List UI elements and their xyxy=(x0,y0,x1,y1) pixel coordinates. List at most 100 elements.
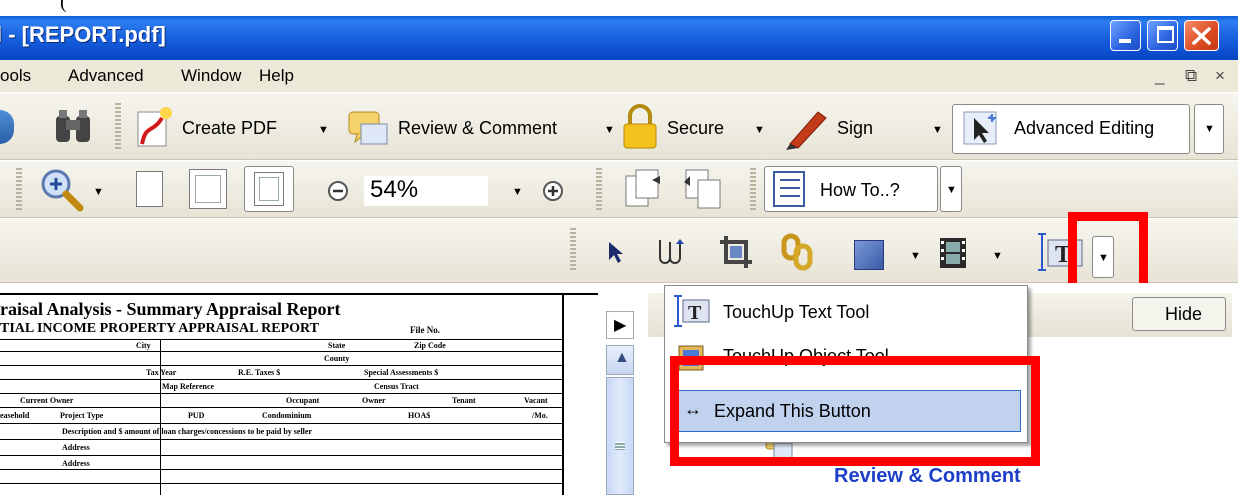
restore-button[interactable] xyxy=(1147,20,1178,51)
doc-field: State xyxy=(328,341,346,350)
minimize-button[interactable] xyxy=(1110,20,1141,51)
toolbar-grip-3[interactable] xyxy=(596,168,602,210)
select-tool-icon[interactable] xyxy=(606,240,626,266)
shape-tool-dropdown[interactable]: ▼ xyxy=(910,250,921,262)
doc-field: Condominium xyxy=(262,411,312,420)
doc-field: Map Reference xyxy=(162,382,215,391)
document-page[interactable]: raisal Analysis - Summary Appraisal Repo… xyxy=(0,283,598,495)
link-tool-icon[interactable] xyxy=(780,232,816,272)
caption-text: ( xyxy=(60,0,67,13)
zoom-dropdown[interactable]: ▼ xyxy=(93,186,104,198)
review-comment-button[interactable]: Review & Comment xyxy=(398,118,557,139)
doc-field: Project Type xyxy=(60,411,104,420)
zoom-in-icon[interactable] xyxy=(38,166,86,212)
scroll-thumb[interactable] xyxy=(606,377,634,495)
doc-field: R.E. Taxes $ xyxy=(238,368,281,377)
secure-button[interactable]: Secure xyxy=(667,118,724,139)
doc-field: Address xyxy=(62,459,90,468)
actual-size-icon[interactable] xyxy=(136,171,163,207)
doc-field: Vacant xyxy=(524,396,548,405)
doc-field: Census Tract xyxy=(374,382,419,391)
close-icon xyxy=(1192,27,1211,45)
toolbar-grip[interactable] xyxy=(115,103,121,149)
svg-text:T: T xyxy=(688,302,702,324)
doc-field: Occupant xyxy=(286,396,320,405)
zoom-value: 54% xyxy=(370,176,419,203)
review-comment-dropdown[interactable]: ▼ xyxy=(604,124,615,136)
doc-field: easehold xyxy=(0,411,30,420)
zoom-value-dropdown[interactable]: ▼ xyxy=(512,186,523,198)
highlight-box-expand xyxy=(670,356,1040,466)
doc-field: HOA$ xyxy=(408,411,431,420)
doc-field: Tax Year xyxy=(146,368,177,377)
doc-restore-button[interactable]: ⧉ xyxy=(1185,66,1197,86)
close-button[interactable] xyxy=(1184,20,1219,51)
menu-advanced[interactable]: Advanced xyxy=(68,66,144,86)
doc-field: Tenant xyxy=(452,396,476,405)
shape-tool-icon[interactable] xyxy=(854,240,884,270)
zoom-plus-icon[interactable] xyxy=(542,180,564,202)
advanced-editing-label: Advanced Editing xyxy=(1014,118,1155,138)
review-comment-link[interactable]: Review & Comment xyxy=(834,465,1021,488)
title-bar xyxy=(0,16,1238,60)
vertical-scrollbar[interactable]: ▶ ▲ xyxy=(598,283,640,495)
toolbar-grip-2[interactable] xyxy=(16,168,22,210)
fit-width-icon xyxy=(254,172,284,206)
doc-field: /Mo. xyxy=(532,411,548,420)
how-to-dropdown[interactable]: ▼ xyxy=(940,166,962,212)
advanced-editing-dropdown[interactable]: ▼ xyxy=(1194,104,1224,154)
doc-field: Zip Code xyxy=(414,341,446,350)
menu-item-touchup-text[interactable]: T TouchUp Text Tool xyxy=(665,286,1027,338)
touchup-text-icon: T xyxy=(674,295,710,327)
toolbar-row-2 xyxy=(0,160,1238,218)
create-pdf-button[interactable]: Create PDF xyxy=(182,118,277,139)
sign-button[interactable]: Sign xyxy=(837,118,873,139)
doc-field: Address xyxy=(62,443,90,452)
toolbar-grip-5[interactable] xyxy=(570,228,576,272)
pen-icon xyxy=(786,111,827,150)
fit-page-icon[interactable] xyxy=(189,169,227,209)
doc-field: Description and $ amount of loan charges… xyxy=(62,427,313,436)
zoom-field[interactable]: 54% xyxy=(364,176,488,206)
doc-heading: raisal Analysis - Summary Appraisal Repo… xyxy=(0,299,341,319)
review-comment-icon xyxy=(348,111,388,145)
doc-close-button[interactable]: × xyxy=(1215,66,1225,86)
scroll-up-button[interactable]: ▲ xyxy=(606,345,634,375)
crop-tool-icon[interactable] xyxy=(718,234,754,270)
doc-field: Current Owner xyxy=(20,396,74,405)
doc-minimize-button[interactable]: _ xyxy=(1155,66,1164,86)
menu-window[interactable]: Window xyxy=(181,66,241,86)
hide-button[interactable]: Hide xyxy=(1132,297,1226,331)
secure-dropdown[interactable]: ▼ xyxy=(754,124,765,136)
create-pdf-dropdown[interactable]: ▼ xyxy=(318,124,329,136)
movie-tool-icon[interactable] xyxy=(938,236,968,270)
movie-tool-dropdown[interactable]: ▼ xyxy=(992,250,1003,262)
fit-width-button[interactable] xyxy=(244,166,294,212)
binoculars-icon[interactable] xyxy=(52,108,96,148)
how-to-icon xyxy=(773,171,805,207)
menu-help[interactable]: Help xyxy=(259,66,294,86)
rotate-back-icon[interactable] xyxy=(682,166,726,212)
sign-dropdown[interactable]: ▼ xyxy=(932,124,943,136)
doc-field: Special Assessments $ xyxy=(364,368,439,377)
doc-field: City xyxy=(136,341,151,350)
how-to-label: How To..? xyxy=(820,180,900,200)
zoom-out-icon[interactable] xyxy=(327,180,349,202)
touchup-reading-order-icon[interactable] xyxy=(656,236,686,268)
doc-file-no: File No. xyxy=(410,325,440,335)
doc-subheading: TIAL INCOME PROPERTY APPRAISAL REPORT xyxy=(0,321,319,336)
create-pdf-icon xyxy=(137,107,172,147)
advanced-editing-icon xyxy=(963,111,997,145)
restore-icon xyxy=(1157,26,1174,43)
panel-collapse-button[interactable]: ▶ xyxy=(606,311,634,339)
toolbar-grip-4[interactable] xyxy=(750,168,756,210)
doc-field: PUD xyxy=(188,411,205,420)
top-caption: ( xyxy=(0,0,1238,16)
menu-tools[interactable]: ools xyxy=(0,66,31,86)
menu-item-label: TouchUp Text Tool xyxy=(723,302,870,322)
minimize-icon xyxy=(1119,39,1131,43)
rotate-page-icon[interactable] xyxy=(622,166,666,212)
window-title: l - [REPORT.pdf] xyxy=(0,22,166,47)
doc-field: County xyxy=(324,354,350,363)
doc-field: Owner xyxy=(362,396,386,405)
